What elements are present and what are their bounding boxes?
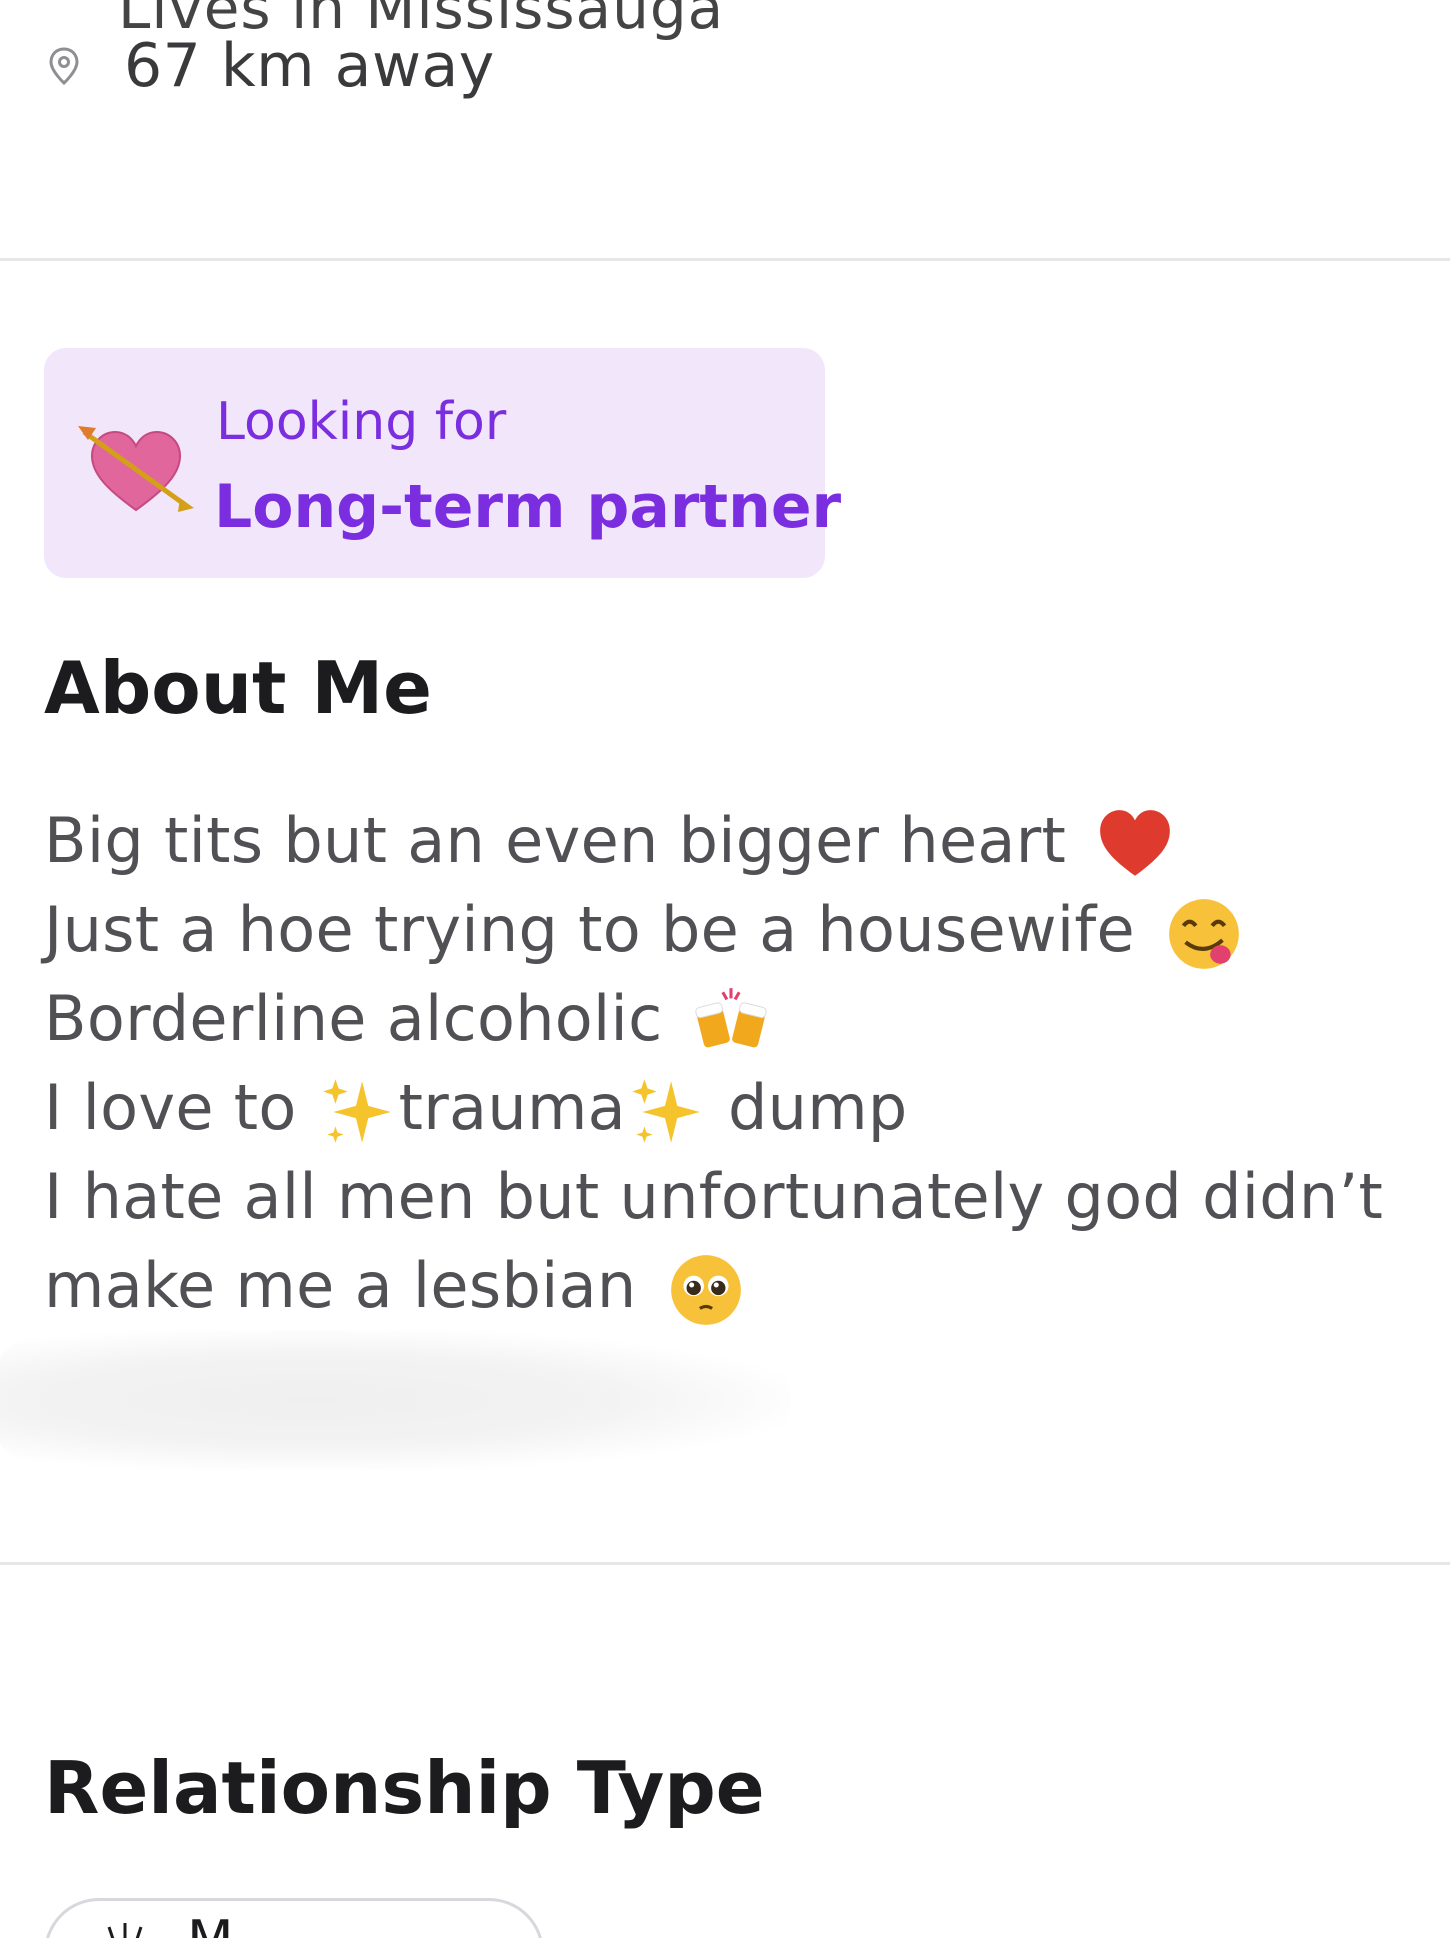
- bio-line: Big tits but an even bigger heart: [44, 796, 1424, 885]
- divider: [0, 1562, 1450, 1565]
- chip-icon: [107, 1923, 143, 1938]
- relationship-type-chip-label: M: [187, 1909, 234, 1938]
- clinking-beer-mugs-icon: [695, 988, 768, 1048]
- looking-for-label: Looking for: [216, 392, 507, 452]
- looking-for-value: Long-term partner: [214, 472, 842, 542]
- sparkles-icon: [632, 1079, 700, 1143]
- bio-line-text: I hate all men but unfortunately god did…: [44, 1160, 1384, 1233]
- yum-face-icon: [1169, 899, 1239, 969]
- redacted-text: [0, 1330, 790, 1470]
- bio-line: make me a lesbian: [44, 1241, 1424, 1330]
- relationship-type-chip[interactable]: M: [44, 1898, 544, 1938]
- distance-row: 67 km away: [44, 30, 495, 102]
- bio-line: Borderline alcoholic: [44, 974, 1424, 1063]
- bio-line-text: dump: [707, 1071, 908, 1144]
- divider: [0, 258, 1450, 261]
- bio-line-text: Big tits but an even bigger heart: [44, 804, 1067, 877]
- bio-line-text: trauma: [398, 1071, 626, 1144]
- bio-line-text: Borderline alcoholic: [44, 982, 663, 1055]
- relationship-type-title: Relationship Type: [44, 1746, 765, 1830]
- sparkles-icon: [322, 1079, 391, 1143]
- location-pin-icon: [49, 47, 79, 86]
- looking-for-card: Looking for Long-term partner: [44, 348, 841, 578]
- distance-text: 67 km away: [124, 31, 495, 101]
- profile-page: Lives in Mississauga 67 km away Looking …: [0, 0, 1450, 1938]
- bio-line: I love to trauma dump: [44, 1063, 1424, 1152]
- heart-with-arrow-icon: [78, 426, 194, 512]
- pleading-face-icon: [670, 1255, 741, 1325]
- bio-line: Just a hoe trying to be a housewife: [44, 885, 1424, 974]
- bio-line-text: I love to: [44, 1071, 317, 1144]
- bio-line: I hate all men but unfortunately god did…: [44, 1152, 1424, 1241]
- about-me-title: About Me: [44, 646, 432, 730]
- about-me-bio: Big tits but an even bigger heart Just a…: [44, 796, 1424, 1330]
- bio-line-text: make me a lesbian: [44, 1249, 637, 1322]
- bio-line-text: Just a hoe trying to be a housewife: [44, 893, 1135, 966]
- red-heart-icon: [1100, 810, 1170, 876]
